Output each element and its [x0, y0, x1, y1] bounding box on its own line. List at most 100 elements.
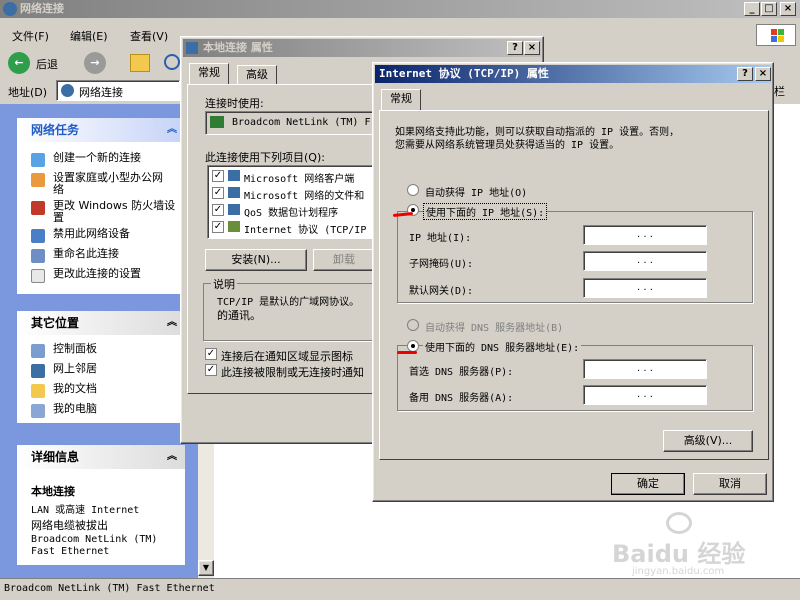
collapse-chevron-icon[interactable]: ︽ [167, 445, 177, 469]
ok-button[interactable]: 确定 [611, 473, 685, 495]
network-adapter-icon [210, 116, 224, 128]
item-label: QoS 数据包计划程序 [244, 208, 339, 219]
tab-advanced[interactable]: 高级 [237, 65, 277, 85]
close-button[interactable]: × [780, 2, 796, 16]
watermark-line-2: jingyan.baidu.com [632, 566, 725, 577]
address-input[interactable]: 网络连接 [56, 80, 180, 101]
tcpip-title: Internet 协议 (TCP/IP) 属性 [379, 67, 549, 80]
auto-dns-label: 自动获得 DNS 服务器地址(B) [425, 323, 564, 334]
search-icon[interactable] [164, 54, 180, 70]
firewall-icon [31, 201, 45, 215]
network-tasks-header[interactable]: 网络任务 ︽ [17, 118, 185, 142]
details-adapter: Broadcom NetLink (TM) Fast Ethernet [31, 534, 158, 557]
details-panel: 详细信息 ︽ 本地连接 LAN 或高速 Internet 网络电缆被拔出 Bro… [16, 444, 186, 566]
tcpip-title-bar[interactable]: Internet 协议 (TCP/IP) 属性 [375, 65, 771, 83]
uninstall-button[interactable]: 卸载 [313, 249, 375, 271]
details-title: 详细信息 [31, 450, 80, 464]
network-icon [3, 2, 17, 16]
windows-logo-icon [756, 24, 796, 46]
show-icon-label: 连接后在通知区域显示图标 [221, 350, 353, 363]
item-checkbox[interactable]: ✓ [212, 170, 224, 182]
notify-checkbox[interactable]: ✓ [205, 364, 217, 376]
back-button-label[interactable]: 后退 [36, 56, 58, 72]
intro-line-2: 您需要从网络系统管理员处获得适当的 IP 设置。 [395, 140, 620, 151]
gateway-input[interactable]: . . . [583, 278, 707, 298]
item-checkbox[interactable]: ✓ [212, 204, 224, 216]
alternate-dns-input[interactable]: . . . [583, 385, 707, 405]
description-text: TCP/IP 是默认的广域网协议。 [217, 297, 360, 308]
details-header[interactable]: 详细信息 ︽ [17, 445, 185, 469]
help-button[interactable]: ? [507, 41, 523, 55]
back-arrow-icon[interactable]: ← [8, 52, 30, 74]
protocol-icon [228, 221, 240, 232]
details-name: 本地连接 [31, 485, 75, 498]
explorer-title: 网络连接 [20, 2, 64, 15]
scroll-down-button[interactable]: ▼ [198, 560, 214, 576]
status-text: Broadcom NetLink (TM) Fast Ethernet [4, 583, 215, 594]
connection-properties-title: 本地连接 属性 [203, 41, 273, 54]
menu-edit[interactable]: 编辑(E) [70, 28, 108, 44]
preferred-dns-label: 首选 DNS 服务器(P): [409, 367, 514, 378]
items-label: 此连接使用下列项目(Q): [205, 151, 325, 164]
new-connection-icon [31, 153, 45, 167]
item-checkbox[interactable]: ✓ [212, 187, 224, 199]
auto-ip-label: 自动获得 IP 地址(O) [425, 188, 528, 199]
item-label: Microsoft 网络客户端 [244, 174, 355, 185]
network-folder-icon [61, 84, 74, 97]
up-folder-icon[interactable] [130, 54, 150, 72]
alternate-dns-label: 备用 DNS 服务器(A): [409, 393, 514, 404]
subnet-mask-label: 子网掩码(U): [409, 259, 474, 270]
auto-ip-radio[interactable] [407, 184, 419, 196]
address-value: 网络连接 [79, 86, 123, 99]
maximize-button[interactable]: □ [761, 2, 777, 16]
other-places-panel: 其它位置 ︽ 控制面板 网上邻居 我的文档 我的电脑 [16, 310, 186, 424]
control-panel-icon [31, 344, 45, 358]
explorer-title-bar[interactable]: 网络连接 [0, 0, 800, 18]
watermark-line-1: Baidu 经验 [612, 540, 746, 568]
tab-general[interactable]: 常规 [381, 89, 421, 111]
details-status: 网络电缆被拔出 [31, 519, 108, 532]
details-type: LAN 或高速 Internet [31, 505, 140, 516]
collapse-chevron-icon[interactable]: ︽ [167, 311, 177, 335]
menu-view[interactable]: 查看(V) [130, 28, 168, 44]
disable-device-icon [31, 229, 45, 243]
advanced-button[interactable]: 高级(V)... [663, 430, 753, 452]
close-button[interactable]: × [524, 41, 540, 55]
help-button[interactable]: ? [737, 67, 753, 81]
use-dns-label: 使用下面的 DNS 服务器地址(E): [423, 339, 582, 354]
adapter-name: Broadcom NetLink (TM) F [232, 117, 371, 128]
paw-icon [666, 512, 692, 534]
red-annotation-mark [397, 351, 417, 354]
network-places-icon [31, 364, 45, 378]
other-places-title: 其它位置 [31, 316, 80, 330]
cancel-button[interactable]: 取消 [693, 473, 767, 495]
connection-properties-title-bar[interactable]: 本地连接 属性 [183, 39, 541, 57]
show-icon-checkbox[interactable]: ✓ [205, 348, 217, 360]
close-button[interactable]: × [755, 67, 771, 81]
adapter-box: Broadcom NetLink (TM) F [205, 111, 385, 135]
my-documents-icon [31, 384, 45, 398]
client-icon [228, 170, 240, 181]
forward-arrow-icon[interactable]: → [84, 52, 106, 74]
connect-using-label: 连接时使用: [205, 97, 264, 110]
item-checkbox[interactable]: ✓ [212, 221, 224, 233]
baidu-watermark: Baidu 经验 jingyan.baidu.com [612, 512, 772, 582]
subnet-mask-input[interactable]: . . . [583, 251, 707, 271]
install-button[interactable]: 安装(N)... [205, 249, 307, 271]
network-tasks-panel: 网络任务 ︽ 创建一个新的连接 设置家庭或小型办公网络 更改 Windows 防… [16, 117, 186, 295]
ip-address-label: IP 地址(I): [409, 233, 472, 244]
gateway-label: 默认网关(D): [409, 286, 474, 297]
auto-dns-radio[interactable] [407, 319, 419, 331]
tab-general[interactable]: 常规 [189, 63, 229, 85]
rename-icon [31, 249, 45, 263]
description-text-2: 的通讯。 [217, 309, 261, 322]
item-label: Microsoft 网络的文件和 [244, 191, 365, 202]
minimize-button[interactable]: _ [744, 2, 760, 16]
other-places-header[interactable]: 其它位置 ︽ [17, 311, 185, 335]
file-sharing-icon [228, 187, 240, 198]
collapse-chevron-icon[interactable]: ︽ [167, 118, 177, 142]
preferred-dns-input[interactable]: . . . [583, 359, 707, 379]
ip-address-input[interactable]: . . . [583, 225, 707, 245]
menu-file[interactable]: 文件(F) [12, 28, 49, 44]
items-list[interactable]: ✓ Microsoft 网络客户端 ✓ Microsoft 网络的文件和 ✓ Q… [207, 165, 375, 239]
